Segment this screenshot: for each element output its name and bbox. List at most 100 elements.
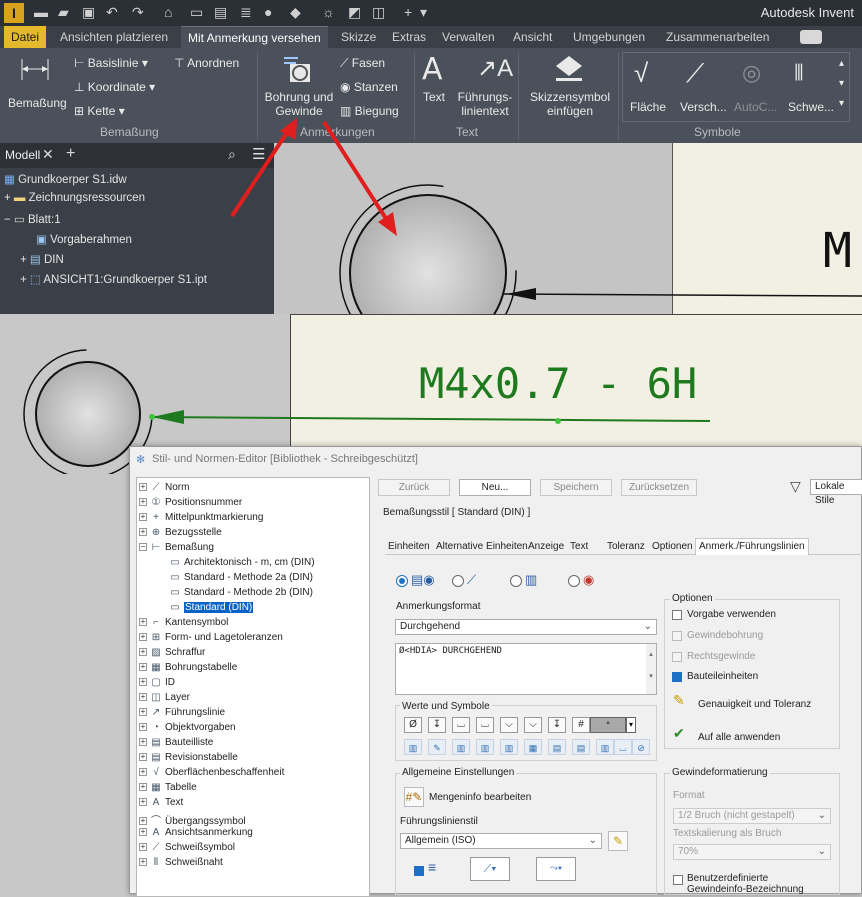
thread-depth-button[interactable]: ↧ bbox=[548, 717, 566, 733]
param-hole-diameter-button[interactable]: ▥ bbox=[404, 739, 422, 755]
anmerkungsformat-label: Anmerkungsformat bbox=[396, 601, 481, 612]
tree-item-bezugsstelle[interactable]: + ⊕ Bezugsstelle bbox=[139, 527, 222, 538]
tree-item-text[interactable]: + A Text bbox=[139, 797, 183, 808]
tree-item-oberflaeche[interactable]: + √ Oberflächenbeschaffenheit bbox=[139, 767, 284, 778]
style-leaf-icon: ▭ bbox=[170, 557, 180, 568]
tree-item-fuehrungslinie[interactable]: + ↗ Führungslinie bbox=[139, 707, 225, 718]
tree-item-standard-din[interactable]: ▭ Standard (DIN) bbox=[169, 602, 254, 613]
quantity-symbol-button[interactable]: # bbox=[572, 717, 590, 733]
tree-item-mittelpunkt[interactable]: + + Mittelpunktmarkierung bbox=[139, 512, 263, 523]
filter-select[interactable]: Lokale Stile bbox=[810, 479, 862, 506]
tree-item-architektonisch[interactable]: ▭ Architektonisch - m, cm (DIN) bbox=[169, 557, 314, 568]
subtab-optionen[interactable]: Optionen bbox=[649, 539, 696, 554]
edit-leader-style-icon[interactable]: ✎ bbox=[608, 831, 628, 851]
param-thread-depth-button[interactable]: ▥ bbox=[500, 739, 518, 755]
subtab-anmerk-fuehrungslinien[interactable]: Anmerk./Führungslinien bbox=[695, 538, 809, 555]
tree-item-schweissnaht[interactable]: + ⦀ Schweißnaht bbox=[139, 857, 223, 868]
param-tap-drill-button[interactable]: ▥ bbox=[476, 739, 494, 755]
bend-note-icon: ▥ bbox=[525, 572, 538, 587]
depth-symbol-button[interactable]: ↧ bbox=[428, 717, 446, 733]
param-depth-button[interactable]: ⌴ bbox=[614, 739, 632, 755]
gewindebohrung-checkbox[interactable] bbox=[672, 631, 682, 641]
layer-icon: ◫ bbox=[151, 692, 161, 703]
subtab-anzeige[interactable]: Anzeige bbox=[525, 539, 567, 554]
tree-item-ansichtsanmerkung[interactable]: + A Ansichtsanmerkung bbox=[139, 827, 253, 838]
tree-item-bemassung[interactable]: − ⊢ Bemaßung bbox=[139, 542, 214, 553]
tree-item-toleranzen[interactable]: + ⊞ Form- und Lagetoleranzen bbox=[139, 632, 283, 643]
tree-item-bauteilliste[interactable]: + ▤ Bauteilliste bbox=[139, 737, 213, 748]
style-leaf-icon: ▭ bbox=[170, 602, 180, 613]
rechtsgewinde-checkbox[interactable] bbox=[672, 652, 682, 662]
vorgabe-checkbox[interactable] bbox=[672, 610, 682, 620]
leader-option-checkbox[interactable] bbox=[414, 866, 424, 876]
genauigkeit-label: Genauigkeit und Toleranz bbox=[698, 699, 812, 710]
view-annotation-icon: A bbox=[152, 827, 160, 838]
tree-item-positionsnummer[interactable]: + ① Positionsnummer bbox=[139, 497, 242, 508]
edit-quantity-icon[interactable]: #✎ bbox=[404, 787, 424, 807]
leader-icon: ↗ bbox=[151, 707, 161, 718]
note-type-radio-2[interactable] bbox=[452, 575, 464, 587]
tree-item-layer[interactable]: + ◫ Layer bbox=[139, 692, 190, 703]
note-type-radio-1[interactable] bbox=[396, 575, 408, 587]
gewindebohrung-label: Gewindebohrung bbox=[687, 630, 764, 641]
edge-icon: ⌐ bbox=[153, 617, 159, 628]
object-defaults-icon: ◔ bbox=[152, 722, 160, 733]
spotface-symbol-button[interactable]: ⌴ bbox=[476, 717, 494, 733]
param-cbore-button[interactable]: ▤ bbox=[548, 739, 566, 755]
tree-item-uebergang[interactable]: + ⌒ Übergangssymbol bbox=[139, 812, 246, 827]
apply-all-icon[interactable]: ✔ bbox=[673, 725, 685, 742]
subtab-einheiten[interactable]: Einheiten bbox=[385, 539, 433, 554]
tree-item-tabelle[interactable]: + ▦ Tabelle bbox=[139, 782, 197, 793]
param-class-button[interactable]: ▦ bbox=[524, 739, 542, 755]
datum-icon: ⊕ bbox=[151, 527, 161, 538]
param-spotface-button[interactable]: ▥ bbox=[596, 739, 614, 755]
tree-item-schraffur[interactable]: + ▨ Schraffur bbox=[139, 647, 205, 658]
skalierung-select[interactable]: 70% ⌄ bbox=[673, 844, 831, 860]
param-edit-button[interactable]: ✎ bbox=[428, 739, 446, 755]
tree-item-revisionstabelle[interactable]: + ▤ Revisionstabelle bbox=[139, 752, 238, 763]
format-select[interactable]: 1/2 Bruch (nicht gestapelt) ⌄ bbox=[673, 808, 831, 824]
bauteileinheiten-checkbox[interactable] bbox=[672, 672, 682, 682]
transition-icon: ⌒ bbox=[151, 816, 161, 827]
tree-item-bohrungstabelle[interactable]: + ▦ Bohrungstabelle bbox=[139, 662, 237, 673]
rechtsgewinde-label: Rechtsgewinde bbox=[687, 651, 756, 662]
countersink-symbol-button[interactable]: ⌵ bbox=[500, 717, 518, 733]
filter-icon[interactable]: ▽ bbox=[790, 478, 801, 495]
note-format-textbox[interactable]: Ø<HDIA> DURCHGEHEND ▴ ▾ bbox=[395, 643, 657, 695]
scrollbar[interactable]: ▴ ▾ bbox=[646, 644, 656, 694]
param-thread-button[interactable]: ▥ bbox=[452, 739, 470, 755]
save-style-button[interactable]: Speichern bbox=[540, 479, 612, 496]
precision-tolerance-icon[interactable]: ✎ bbox=[673, 692, 685, 709]
counterbore-symbol-button[interactable]: ⌴ bbox=[452, 717, 470, 733]
fuehrungsstil-select[interactable]: Allgemein (ISO) ⌄ bbox=[400, 833, 602, 849]
subtab-toleranz[interactable]: Toleranz bbox=[604, 539, 648, 554]
tree-item-methode-2b[interactable]: ▭ Standard - Methode 2b (DIN) bbox=[169, 587, 313, 598]
param-csink-button[interactable]: ▤ bbox=[572, 739, 590, 755]
note-type-radio-3[interactable] bbox=[510, 575, 522, 587]
back-button[interactable]: Zurück bbox=[378, 479, 450, 496]
tree-item-norm[interactable]: + ⟋ Norm bbox=[139, 482, 189, 493]
subtab-text[interactable]: Text bbox=[567, 539, 591, 554]
degree-symbol-select[interactable]: ° bbox=[590, 717, 626, 733]
style-title: Bemaßungsstil [ Standard (DIN) ] bbox=[383, 507, 531, 518]
reset-button[interactable]: Zurücksetzen bbox=[621, 479, 697, 496]
balloon-icon: ① bbox=[151, 497, 161, 508]
param-angle-button[interactable]: ⊘ bbox=[632, 739, 650, 755]
new-style-button[interactable]: Neu... bbox=[459, 479, 531, 496]
subtab-alternative[interactable]: Alternative Einheiten bbox=[433, 539, 531, 554]
tree-item-schweisssymbol[interactable]: + ⟋ Schweißsymbol bbox=[139, 842, 235, 853]
leader-arrow-select[interactable]: ⤳▾ bbox=[536, 857, 576, 881]
punch-note-icon: ⟋ bbox=[467, 572, 477, 587]
countersink-angle-button[interactable]: ⌵ bbox=[524, 717, 542, 733]
leader-end-select[interactable]: ⟋▾ bbox=[470, 857, 510, 881]
tree-item-objektvorgaben[interactable]: + ◔ Objektvorgaben bbox=[139, 722, 236, 733]
tree-item-id[interactable]: + ▢ ID bbox=[139, 677, 175, 688]
diameter-symbol-button[interactable]: Ø bbox=[404, 717, 422, 733]
anmerkungsformat-select[interactable]: Durchgehend ⌄ bbox=[395, 619, 657, 635]
tree-item-methode-2a[interactable]: ▭ Standard - Methode 2a (DIN) bbox=[169, 572, 313, 583]
tree-item-kantensymbol[interactable]: + ⌐ Kantensymbol bbox=[139, 617, 228, 628]
benutzer-checkbox[interactable] bbox=[673, 875, 683, 885]
chevron-down-icon[interactable]: ▾ bbox=[626, 717, 636, 733]
bauteileinheiten-label: Bauteileinheiten bbox=[687, 671, 759, 682]
note-type-radio-4[interactable] bbox=[568, 575, 580, 587]
